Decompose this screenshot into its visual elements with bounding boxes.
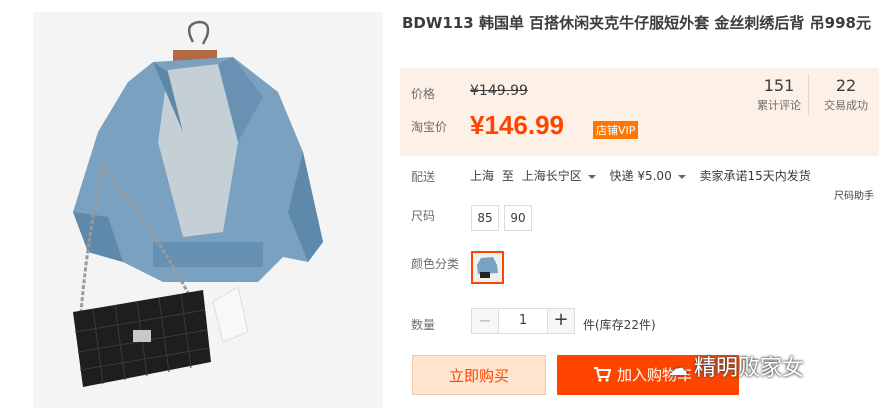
stat-reviews[interactable]: 151 累计评论 [743,76,815,113]
chevron-down-icon [677,174,686,179]
product-info-panel: BDW113 韩国单 百搭休闲夹克牛仔服短外套 金丝刺绣后背 吊998元 价格 … [400,0,879,410]
stat-transactions[interactable]: 22 交易成功 [810,76,879,113]
color-label: 颜色分类 [411,257,460,271]
cart-icon [594,367,611,382]
ship-to-value: 上海长宁区 [521,169,582,183]
size-helper-link[interactable]: 尺码助手 [834,187,874,202]
delivery-label: 配送 [411,170,436,184]
delivery-row: 上海 至 上海长宁区 快递 ¥5.00 卖家承诺15天内发货 [470,167,811,184]
original-price: ¥149.99 [470,83,528,99]
jacket-photo [73,20,323,387]
watermark-text: 精明败家女 [694,356,805,381]
color-swatch[interactable] [471,251,504,284]
quantity-label: 数量 [411,318,436,332]
stat-number: 22 [835,76,857,95]
taobao-price-label: 淘宝价 [411,120,448,134]
ship-from: 上海 [470,169,495,183]
size-option[interactable]: 85 [471,205,499,231]
wechat-icon: ☁ [668,356,688,380]
shipping-select[interactable]: 快递 ¥5.00 [610,169,686,183]
ship-promise: 卖家承诺15天内发货 [699,169,811,183]
ship-to-select[interactable]: 上海长宁区 [522,169,596,183]
chevron-down-icon [587,174,596,179]
stat-label: 累计评论 [757,99,801,112]
stock-text: 件(库存22件) [583,318,656,332]
stat-label: 交易成功 [824,99,868,112]
stat-number: 151 [763,76,795,95]
watermark: ☁ 精明败家女 [668,350,804,382]
size-option[interactable]: 90 [504,205,532,231]
to-word: 至 [501,169,514,183]
product-title: BDW113 韩国单 百搭休闲夹克牛仔服短外套 金丝刺绣后背 吊998元 [402,14,871,32]
vip-badge: 店铺VIP [593,121,639,139]
quantity-plus-button[interactable]: + [547,308,575,334]
quantity-minus-button[interactable]: − [471,308,499,334]
jacket-thumbnail-icon [477,257,498,278]
product-image[interactable] [33,12,383,408]
sale-price: ¥146.99 [470,110,564,140]
size-label: 尺码 [411,209,436,223]
price-label: 价格 [411,87,436,101]
price-box: 价格 ¥149.99 淘宝价 ¥146.99 店铺VIP 151 累计评论 22… [400,68,879,156]
shipping-value: 快递 ¥5.00 [609,169,672,183]
quantity-input[interactable]: 1 [498,308,548,334]
buy-now-button[interactable]: 立即购买 [412,355,546,395]
